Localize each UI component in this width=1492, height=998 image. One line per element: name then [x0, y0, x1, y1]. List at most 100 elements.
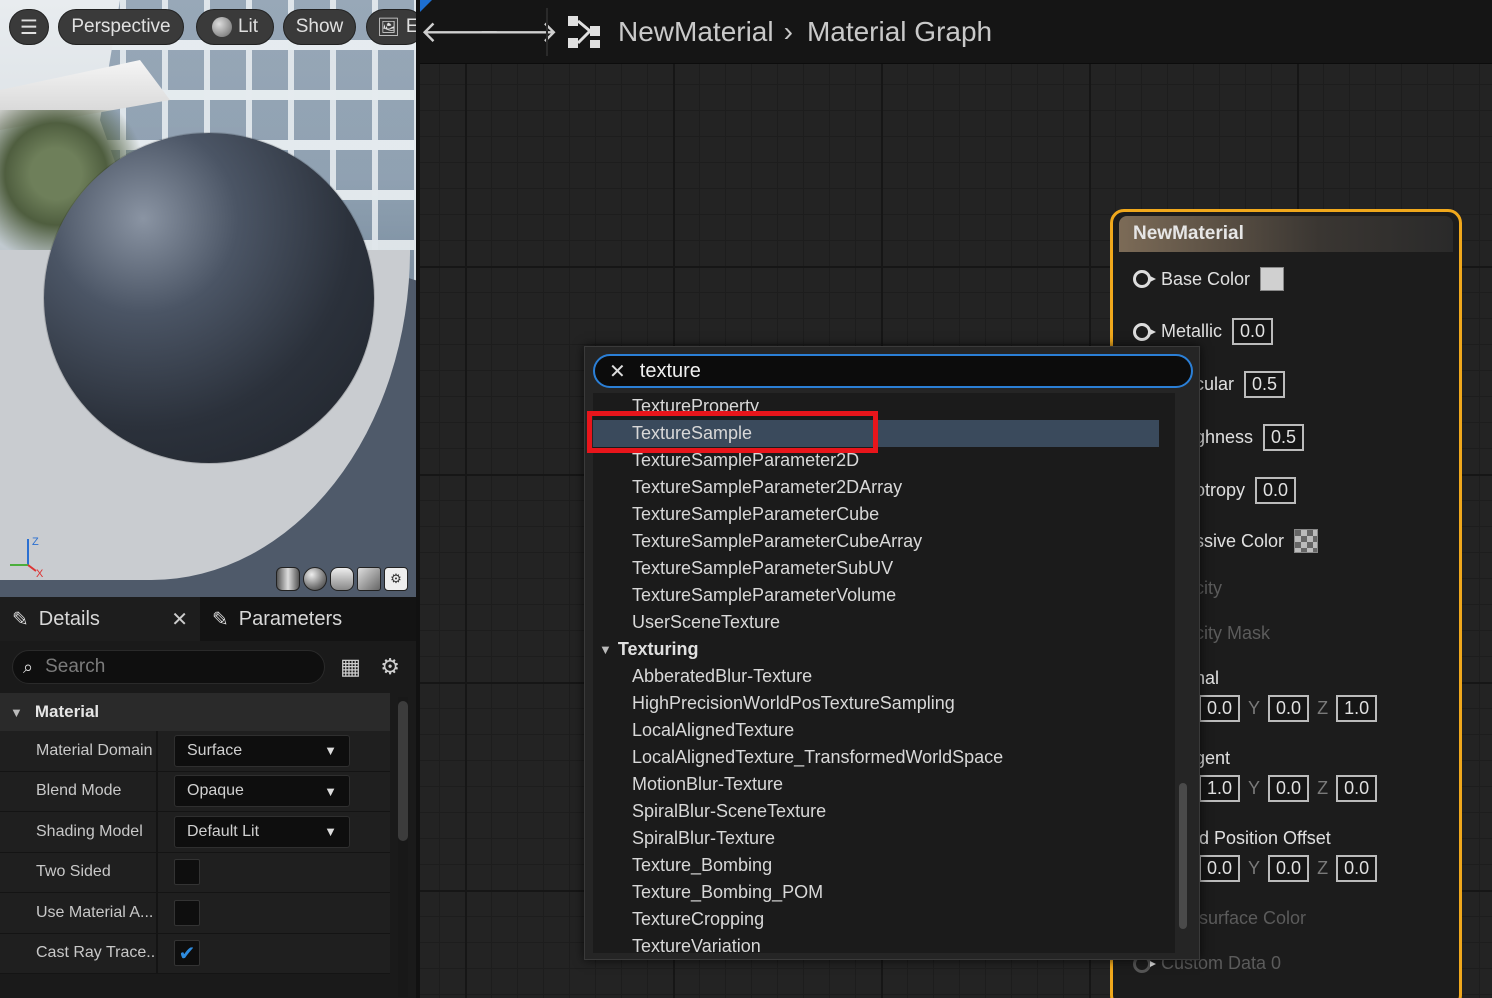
pin-base-color[interactable]: Base Color [1133, 267, 1285, 291]
list-item[interactable]: LocalAlignedTexture [593, 717, 1175, 744]
pin-emissive-color[interactable]: ssive Color [1195, 529, 1319, 553]
cube-preview-icon[interactable] [357, 567, 381, 591]
blend-mode-dropdown[interactable]: Opaque ▼ [174, 775, 350, 808]
two-sided-checkbox[interactable] [174, 859, 200, 886]
wpo-vector-fields: 0.0 Y 0.0 Z 0.0 [1199, 855, 1378, 882]
list-item[interactable]: TextureSampleParameterCubeArray [593, 528, 1175, 555]
cylinder-preview-icon[interactable] [276, 567, 300, 591]
list-item[interactable]: Texture_Bombing_POM [593, 879, 1175, 906]
focus-corner-marker [420, 0, 432, 12]
category-material[interactable]: ▼ Material [0, 693, 390, 731]
gear-icon[interactable]: ⚙ [376, 653, 404, 681]
list-item[interactable]: TextureSampleParameter2DArray [593, 474, 1175, 501]
shading-model-dropdown[interactable]: Default Lit ▼ [174, 815, 350, 848]
list-item[interactable]: TextureSampleParameterCube [593, 501, 1175, 528]
forward-arrow-icon[interactable]: 🡒 [478, 14, 558, 50]
pin-specular[interactable]: cular 0.5 [1195, 371, 1286, 398]
list-item[interactable]: HighPrecisionWorldPosTextureSampling [593, 690, 1175, 717]
wpo-z-field[interactable]: 0.0 [1336, 855, 1378, 882]
normal-x-field[interactable]: 0.0 [1199, 695, 1241, 722]
sphere-preview-icon[interactable] [303, 567, 327, 591]
anisotropy-value-field[interactable]: 0.0 [1255, 477, 1297, 504]
metallic-value-field[interactable]: 0.0 [1232, 318, 1274, 345]
scrollbar-thumb[interactable] [398, 701, 408, 841]
category-label: Texturing [617, 639, 699, 659]
list-item[interactable]: TextureVariation [593, 933, 1175, 953]
material-domain-dropdown[interactable]: Surface ▼ [174, 734, 350, 767]
base-color-swatch[interactable] [1260, 267, 1285, 291]
emissive-color-swatch[interactable] [1294, 529, 1319, 553]
checkmark-icon: ✔ [178, 942, 196, 965]
tab-parameters[interactable]: ✎ Parameters [200, 597, 354, 641]
show-button[interactable]: Show [283, 9, 356, 45]
input-pin-icon[interactable] [1133, 322, 1156, 341]
list-item[interactable]: Texture_Bombing [593, 852, 1175, 879]
pin-label: gent [1195, 748, 1231, 768]
preview-mesh-bar: ⚙ [276, 567, 412, 593]
tangent-x-field[interactable]: 1.0 [1199, 775, 1241, 802]
context-search-value: texture [639, 359, 701, 382]
details-scrollbar[interactable] [398, 697, 408, 997]
list-item[interactable]: AbberatedBlur-Texture [593, 663, 1175, 690]
custom-mesh-preview-icon[interactable]: ⚙ [384, 567, 408, 591]
list-item[interactable]: MotionBlur-Texture [593, 771, 1175, 798]
table-view-icon[interactable]: ▦ [337, 653, 365, 681]
close-icon[interactable]: ✕ [171, 607, 188, 632]
specular-value-field[interactable]: 0.5 [1244, 371, 1286, 398]
search-placeholder: Search [45, 656, 106, 677]
tangent-z-field[interactable]: 0.0 [1336, 775, 1378, 802]
property-label: Shading Model [0, 812, 158, 852]
preview-sphere [44, 133, 374, 463]
property-label: Two Sided [0, 852, 158, 892]
clear-search-icon[interactable]: ✕ [609, 359, 626, 384]
context-scrollbar[interactable] [1177, 393, 1189, 953]
tangent-y-field[interactable]: 0.0 [1268, 775, 1310, 802]
list-item-selected[interactable]: TextureSample [593, 420, 1159, 447]
chevron-down-icon: ▼ [324, 743, 337, 759]
tangent-vector-fields: 1.0 Y 0.0 Z 0.0 [1199, 775, 1378, 802]
collapse-triangle-icon: ▼ [599, 642, 612, 657]
lit-button[interactable]: Lit [196, 9, 274, 45]
tab-details[interactable]: ✎ Details ✕ [0, 597, 200, 641]
image-options-button[interactable]: 🖼 E [366, 9, 416, 45]
list-item[interactable]: TextureSampleParameterSubUV [593, 555, 1175, 582]
normal-z-field[interactable]: 1.0 [1336, 695, 1378, 722]
use-material-attributes-checkbox[interactable] [174, 899, 200, 926]
list-item[interactable]: TextureSampleParameterVolume [593, 582, 1175, 609]
pin-metallic[interactable]: Metallic 0.0 [1133, 318, 1274, 345]
axis-x-label: X [36, 568, 44, 578]
pin-tangent[interactable]: gent [1195, 748, 1230, 769]
list-item[interactable]: TextureProperty [593, 393, 1175, 420]
normal-y-field[interactable]: 0.0 [1268, 695, 1310, 722]
list-item[interactable]: TextureSampleParameter2D [593, 447, 1175, 474]
context-search-input[interactable]: ✕ texture [593, 354, 1193, 388]
perspective-button[interactable]: Perspective [58, 9, 184, 45]
plane-preview-icon[interactable] [330, 567, 354, 591]
list-item[interactable]: SpiralBlur-Texture [593, 825, 1175, 852]
roughness-value-field[interactable]: 0.5 [1263, 424, 1305, 451]
list-item[interactable]: UserSceneTexture [593, 609, 1175, 636]
wpo-x-field[interactable]: 0.0 [1199, 855, 1241, 882]
back-arrow-icon[interactable]: 🡐 [420, 14, 500, 50]
scrollbar-thumb[interactable] [1179, 783, 1187, 929]
collapse-triangle-icon: ▼ [10, 704, 23, 720]
pin-label: otropy [1195, 480, 1246, 500]
property-label: Blend Mode [0, 771, 158, 811]
viewport-menu-button[interactable]: ☰ [9, 9, 49, 45]
material-preview-viewport[interactable]: ☰ Perspective Lit Show 🖼 E Z X ⚙ [0, 0, 416, 597]
list-item[interactable]: TextureCropping [593, 906, 1175, 933]
breadcrumb-asset[interactable]: NewMaterial [618, 16, 774, 48]
pin-roughness[interactable]: ghness 0.5 [1195, 424, 1305, 451]
z-label: Z [1317, 698, 1329, 718]
input-pin-icon[interactable] [1133, 270, 1156, 288]
axis-z-label: Z [32, 536, 39, 548]
pin-anisotropy[interactable]: otropy 0.0 [1195, 477, 1297, 504]
category-texturing[interactable]: ▼ Texturing [593, 636, 1175, 663]
list-item[interactable]: LocalAlignedTexture_TransformedWorldSpac… [593, 744, 1175, 771]
list-item[interactable]: SpiralBlur-SceneTexture [593, 798, 1175, 825]
pin-world-position-offset[interactable]: d Position Offset [1199, 828, 1331, 849]
cast-ray-traced-shadows-checkbox[interactable]: ✔ [174, 940, 200, 967]
wpo-y-field[interactable]: 0.0 [1268, 855, 1310, 882]
action-context-menu: ✕ texture TextureProperty TextureSample … [584, 346, 1200, 960]
details-search-input[interactable]: ⌕ Search [12, 650, 325, 684]
